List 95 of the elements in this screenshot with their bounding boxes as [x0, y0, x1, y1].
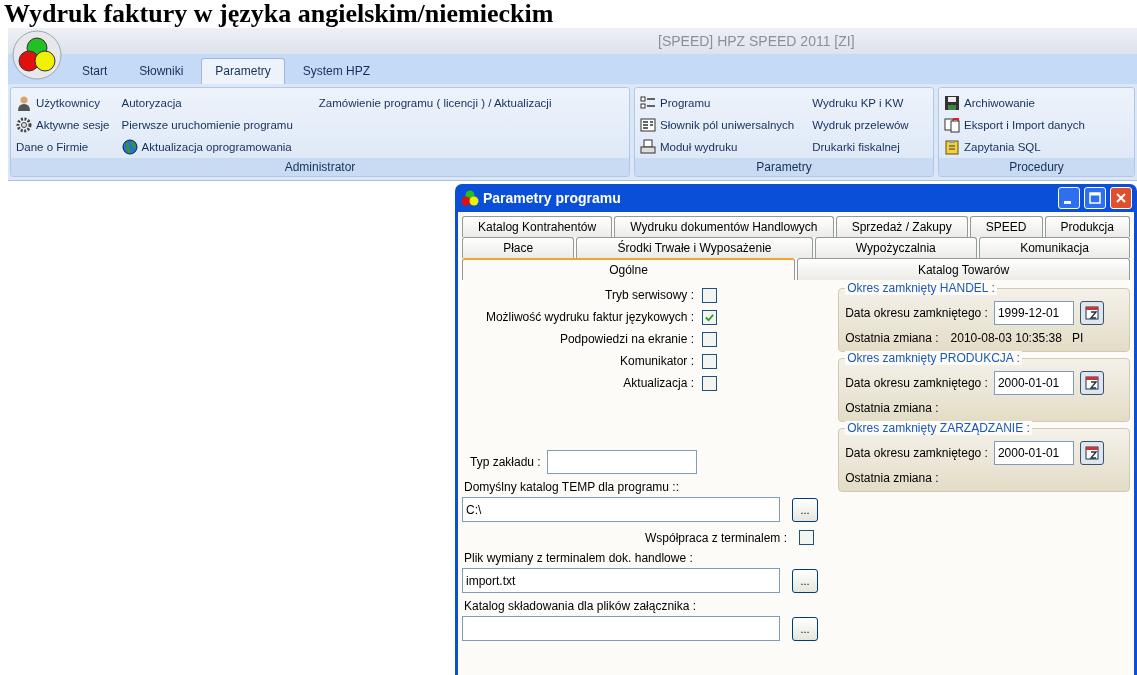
- dialog-tab[interactable]: Płace: [462, 237, 575, 258]
- field-label: Data okresu zamkniętego :: [845, 306, 988, 320]
- list-icon: [640, 95, 656, 111]
- field-label: Data okresu zamkniętego :: [845, 376, 988, 390]
- field-label: Ostatnia zmiana :: [845, 471, 939, 487]
- ribbon-item[interactable]: Zapytania SQL: [942, 136, 1087, 158]
- ribbon-item[interactable]: Autoryzacja: [119, 92, 295, 114]
- dialog-tab[interactable]: Katalog Towarów: [797, 258, 1130, 280]
- checkbox[interactable]: [702, 309, 717, 325]
- calendar-button[interactable]: [1079, 441, 1104, 465]
- ribbon-item[interactable]: Dane o Firmie: [14, 136, 112, 158]
- printer-icon: [640, 139, 656, 155]
- panel-title: Okres zamknięty HANDEL :: [845, 281, 997, 295]
- page-heading: Wydruk faktury w języka angielskim/niemieckim: [3, 0, 555, 28]
- checkbox[interactable]: [702, 353, 717, 369]
- minimize-icon: [1064, 200, 1071, 204]
- browse-button[interactable]: ...: [792, 497, 818, 522]
- window-title: [SPEED] HPZ SPEED 2011 [ZI]: [658, 33, 855, 49]
- field-label: Plik wymiany z terminalem dok. handlowe :: [463, 551, 694, 565]
- ribbon-tab[interactable]: Start: [68, 58, 122, 84]
- calendar-button[interactable]: [1079, 301, 1104, 325]
- clipboard-icon: [944, 139, 960, 155]
- ribbon-item[interactable]: Eksport i Import danych: [942, 114, 1087, 136]
- form-icon: [640, 117, 656, 133]
- date-field[interactable]: 1999-12-01: [993, 301, 1074, 325]
- calendar-icon: [1084, 376, 1099, 390]
- field-label: Ostatnia zmiana :: [845, 331, 939, 347]
- documents-icon: [944, 117, 960, 133]
- dialog-tab[interactable]: Katalog Kontrahentów: [462, 216, 613, 237]
- checkbox-label: Komunikator :: [619, 354, 694, 368]
- ribbon-item[interactable]: Wydruku KP i KW: [810, 92, 911, 114]
- checkbox[interactable]: [799, 530, 814, 545]
- dialog-tab[interactable]: Wypożyczalnia: [814, 237, 977, 258]
- input-field[interactable]: import.txt: [462, 568, 780, 593]
- checkbox-label: Możliwość wydruku faktur językowych :: [485, 310, 694, 324]
- panel-title: Okres zamknięty PRODUKCJA :: [845, 351, 1022, 365]
- field-label: Domyślny katalog TEMP dla programu ::: [463, 480, 680, 494]
- ribbon-item[interactable]: Użytkownicy: [14, 92, 112, 114]
- browse-button[interactable]: ...: [792, 568, 818, 593]
- calendar-icon: [1084, 306, 1099, 320]
- ribbon-item[interactable]: Wydruk przelewów: [810, 114, 911, 136]
- group-label: Parametry: [635, 158, 933, 176]
- calendar-icon: [1084, 446, 1099, 460]
- field-label: Ostatnia zmiana :: [845, 401, 939, 417]
- checkbox[interactable]: [702, 287, 717, 303]
- maximize-button[interactable]: [1084, 187, 1106, 209]
- field-label: Typ zakładu :: [470, 455, 541, 469]
- checkbox-label: Aktualizacja :: [623, 376, 694, 390]
- ribbon-item[interactable]: Drukarki fiskalnej: [810, 136, 911, 158]
- dialog-title: Parametry programu: [483, 190, 622, 206]
- field-label: Katalog składowania dla plików załącznika :: [463, 599, 698, 613]
- ribbon-item[interactable]: Moduł wydruku: [638, 136, 797, 158]
- dialog-tab[interactable]: Sprzedaż / Zakupy: [835, 216, 968, 237]
- checkmark-icon: [704, 311, 715, 323]
- dialog-tab[interactable]: Produkcja: [1044, 216, 1130, 237]
- date-field[interactable]: 2000-01-01: [993, 441, 1074, 465]
- input-field[interactable]: C:\: [462, 497, 780, 522]
- dialog-tab[interactable]: Komunikacja: [978, 237, 1130, 258]
- dialog-tab[interactable]: SPEED: [969, 216, 1043, 237]
- dialog-tab[interactable]: Środki Trwałe i Wyposażenie: [576, 237, 813, 258]
- ribbon-item[interactable]: Aktywne sesje: [14, 114, 112, 136]
- globe-icon: [121, 139, 138, 155]
- dialog-tab[interactable]: Ogólne: [462, 258, 795, 280]
- field-label: Data okresu zamkniętego :: [845, 446, 988, 460]
- date-field[interactable]: 2000-01-01: [993, 371, 1074, 395]
- ribbon-item[interactable]: Programu: [638, 92, 797, 114]
- close-icon: [1115, 192, 1127, 204]
- ribbon-item[interactable]: Słownik pól uniwersalnych: [638, 114, 797, 136]
- ribbon-item[interactable]: Zamówienie programu ( licencji ) / Aktualizacji: [316, 92, 554, 114]
- calendar-button[interactable]: [1079, 371, 1104, 395]
- ribbon-item[interactable]: Pierwsze uruchomienie programu: [119, 114, 295, 136]
- ribbon-item[interactable]: Aktualizacja oprogramowania: [119, 136, 295, 158]
- browse-button[interactable]: ...: [792, 616, 818, 641]
- checkbox-label: Tryb serwisowy :: [605, 288, 694, 302]
- checkbox-label: Podpowiedzi na ekranie :: [559, 332, 694, 346]
- input-field[interactable]: [546, 450, 697, 474]
- checkbox[interactable]: [702, 375, 717, 391]
- maximize-icon: [1089, 192, 1101, 204]
- ribbon-tab[interactable]: System HPZ: [288, 58, 385, 84]
- input-field[interactable]: [462, 616, 780, 641]
- ribbon-tab[interactable]: Słowniki: [125, 58, 198, 84]
- close-button[interactable]: [1110, 187, 1132, 209]
- group-label: Administrator: [11, 158, 629, 176]
- app-logo-icon: [461, 189, 479, 207]
- ribbon-tab[interactable]: Parametry: [201, 58, 285, 84]
- panel-title: Okres zamknięty ZARZĄDZANIE :: [845, 421, 1032, 435]
- minimize-button[interactable]: [1058, 187, 1080, 209]
- gear-icon: [16, 117, 32, 133]
- dialog-tab[interactable]: Wydruku dokumentów Handlowych: [614, 216, 834, 237]
- last-change-value: 2010-08-03 10:35:38 PI: [950, 331, 1084, 347]
- checkbox-label: Współpraca z terminalem :: [644, 530, 787, 545]
- checkbox[interactable]: [702, 331, 717, 347]
- group-label: Procedury: [939, 158, 1134, 176]
- ribbon-item[interactable]: Archiwowanie: [942, 92, 1087, 114]
- user-icon: [16, 95, 32, 111]
